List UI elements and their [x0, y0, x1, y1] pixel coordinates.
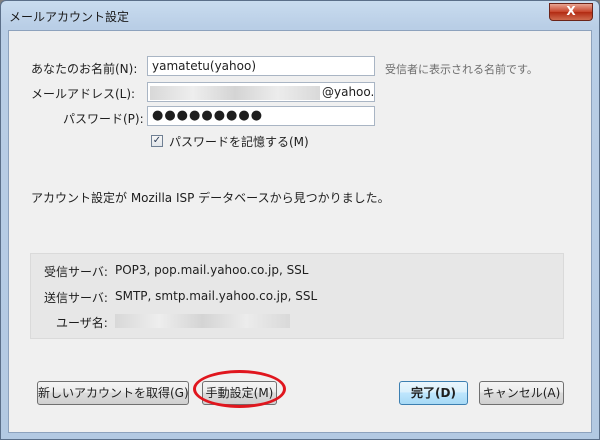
dialog-content: あなたのお名前(N): yamatetu(yahoo) 受信者に表示される名前で…	[8, 30, 592, 433]
close-button[interactable]: X	[549, 3, 593, 21]
password-input[interactable]: ●●●●●●●●●	[147, 106, 375, 126]
title-bar[interactable]: メールアカウント設定 X	[1, 1, 599, 29]
name-input[interactable]: yamatetu(yahoo)	[147, 56, 375, 76]
outgoing-server-label: 送信サーバ:	[44, 291, 108, 305]
cancel-button[interactable]: キャンセル(A)	[479, 381, 564, 405]
new-account-button[interactable]: 新しいアカウントを取得(G)	[37, 381, 189, 405]
window-title: メールアカウント設定	[9, 10, 130, 24]
done-button[interactable]: 完了(D)	[399, 381, 468, 405]
account-setup-dialog: メールアカウント設定 X あなたのお名前(N): yamatetu(yahoo)…	[0, 0, 600, 440]
username-label: ユーザ名:	[56, 316, 108, 330]
server-info-panel: 受信サーバ: POP3, pop.mail.yahoo.co.jp, SSL 送…	[30, 253, 564, 339]
email-redacted	[150, 85, 320, 100]
email-label: メールアドレス(L):	[31, 87, 136, 101]
email-input[interactable]: @yahoo.c	[147, 82, 375, 102]
remember-password-label[interactable]: パスワードを記憶する(M)	[169, 133, 309, 150]
status-message: アカウント設定が Mozilla ISP データベースから見つかりました。	[31, 191, 390, 205]
password-label: パスワード(P):	[63, 112, 144, 126]
name-hint: 受信者に表示される名前です。	[385, 63, 538, 76]
highlight-ring-annotation	[193, 370, 286, 408]
incoming-server-value: POP3, pop.mail.yahoo.co.jp, SSL	[115, 263, 309, 277]
email-suffix: @yahoo.c	[322, 85, 375, 99]
username-redacted	[115, 314, 290, 328]
remember-password-checkbox[interactable]: ✓	[151, 135, 163, 147]
checkmark-icon: ✓	[152, 135, 162, 146]
name-label: あなたのお名前(N):	[31, 62, 138, 76]
outgoing-server-value: SMTP, smtp.mail.yahoo.co.jp, SSL	[115, 289, 318, 303]
incoming-server-label: 受信サーバ:	[44, 265, 108, 279]
close-icon: X	[566, 4, 576, 18]
